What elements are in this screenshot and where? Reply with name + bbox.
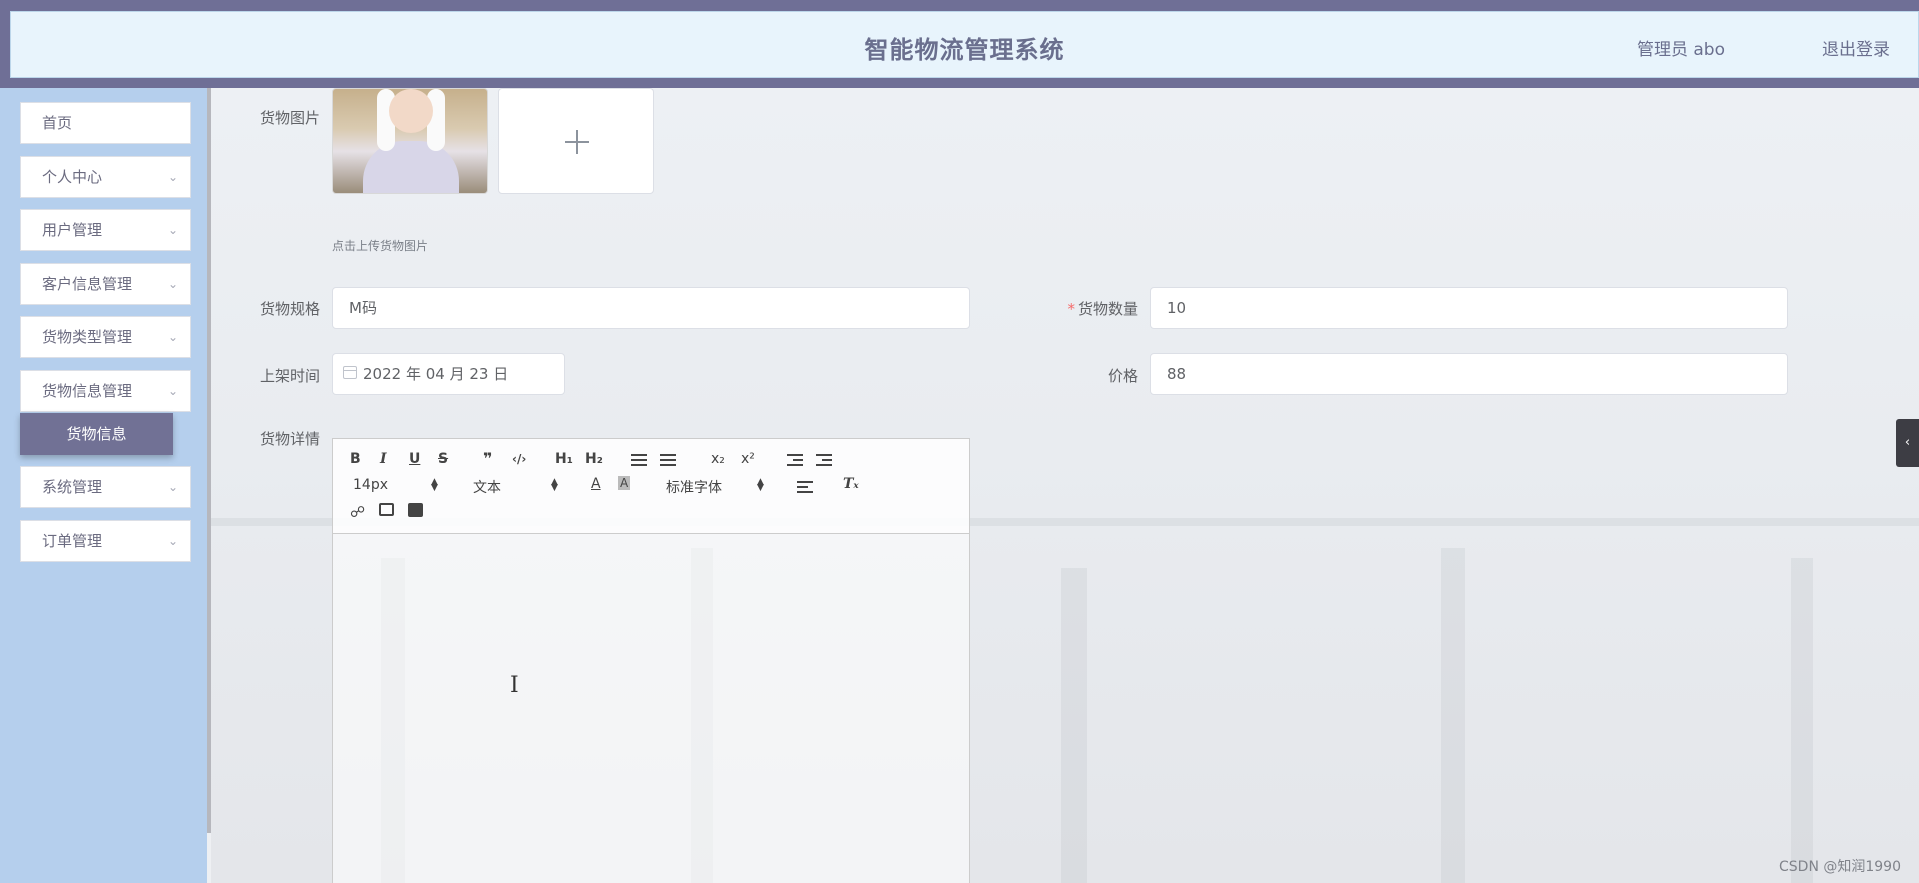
sidebar-item-label: 首页 [42,114,73,132]
chevron-down-icon: ⌄ [167,223,178,237]
bullet-list-icon[interactable] [660,454,676,467]
chevron-down-icon: ⌄ [167,384,178,398]
subscript-button[interactable]: x₂ [711,451,725,467]
image-icon[interactable] [379,503,394,516]
sidebar-item-system-management[interactable]: 系统管理 ⌄ [20,466,191,508]
goods-detail-label: 货物详情 [259,430,320,448]
goods-qty-label: * 货物数量 [1030,298,1138,319]
image-upload-button[interactable] [498,88,654,194]
chevron-down-icon: ⌄ [167,170,178,184]
listing-date-label: 上架时间 [259,367,320,385]
editor-toolbar: B I U S ❞ ‹/› H₁ H₂ x₂ x² 14px ▲ ▼ 文本 ▲ ▼ … [333,439,969,534]
goods-image-label: 货物图片 [259,109,320,127]
chevron-down-icon: ⌄ [167,277,178,291]
sidebar-item-label: 客户信息管理 [42,275,133,293]
sidebar-item-personal-center[interactable]: 个人中心 ⌄ [20,156,191,198]
sidebar-item-label: 用户管理 [42,221,103,239]
price-label: 价格 [1107,367,1138,385]
text-color-icon[interactable]: A [591,476,601,492]
underline-button[interactable]: U [409,451,420,467]
goods-spec-label: 货物规格 [259,300,320,318]
sidebar-item-label: 订单管理 [42,532,103,550]
upload-tip: 点击上传货物图片 [332,239,429,253]
h2-button[interactable]: H₂ [585,451,603,467]
select-arrows-icon: ▲ ▼ [551,477,558,493]
sidebar: 首页 个人中心 ⌄ 用户管理 ⌄ 客户信息管理 ⌄ 货物类型管理 ⌄ 货物信息管… [0,88,207,883]
select-arrows-icon: ▲ ▼ [431,477,438,493]
app-title: 智能物流管理系统 [864,36,1065,64]
header-select[interactable]: 文本 [473,477,501,497]
background-decoration [1061,568,1087,883]
font-family-select[interactable]: 标准字体 [666,477,722,497]
plus-icon [576,130,578,154]
sidebar-subitem-goods-info[interactable]: 货物信息 [20,413,173,455]
bold-button[interactable]: B [350,451,361,467]
select-arrows-icon: ▲ ▼ [757,477,764,493]
listing-date-picker[interactable]: 2022 年 04 月 23 日 [332,353,565,395]
outdent-icon[interactable] [787,454,803,467]
sidebar-item-home[interactable]: 首页 [20,102,191,144]
goods-qty-input[interactable]: 10 [1150,287,1788,329]
chevron-down-icon: ⌄ [167,330,178,344]
price-input[interactable]: 88 [1150,353,1788,395]
sidebar-item-label: 货物类型管理 [42,328,133,346]
ordered-list-icon[interactable] [631,454,647,467]
sidebar-item-label: 个人中心 [42,168,103,186]
chevron-down-icon: ⌄ [167,534,178,548]
collapse-panel-button[interactable]: ‹ [1896,419,1919,467]
sidebar-item-user-management[interactable]: 用户管理 ⌄ [20,209,191,251]
sidebar-item-goods-type-management[interactable]: 货物类型管理 ⌄ [20,316,191,358]
link-icon[interactable]: ☍ [350,503,365,521]
goods-qty-label-text: 货物数量 [1077,300,1138,318]
required-marker: * [1067,300,1075,318]
background-decoration [1791,558,1813,883]
code-block-button[interactable]: ‹/› [512,452,526,466]
background-decoration [1441,548,1465,883]
italic-button[interactable]: I [380,451,387,467]
font-size-select[interactable]: 14px [353,477,388,493]
logout-button[interactable]: 退出登录 [1822,35,1890,60]
indent-icon[interactable] [816,454,832,467]
rich-text-editor[interactable]: B I U S ❞ ‹/› H₁ H₂ x₂ x² 14px ▲ ▼ 文本 ▲ ▼ … [332,438,970,883]
thumbnail-figure [389,89,433,133]
calendar-icon [343,366,357,379]
blockquote-button[interactable]: ❞ [483,449,492,468]
sidebar-item-order-management[interactable]: 订单管理 ⌄ [20,520,191,562]
chevron-down-icon: ⌄ [167,480,178,494]
watermark: CSDN @知润1990 [1779,859,1901,875]
h1-button[interactable]: H₁ [555,451,573,467]
text-cursor-icon: I [510,673,519,698]
goods-image-thumbnail[interactable] [332,88,488,194]
sidebar-item-goods-info-management[interactable]: 货物信息管理 ⌄ [20,370,191,412]
video-icon[interactable] [408,503,423,517]
sidebar-item-label: 货物信息管理 [42,382,133,400]
header-bar: 智能物流管理系统 管理员 abo 退出登录 [10,11,1919,78]
background-color-icon[interactable]: A [618,476,631,490]
strike-button[interactable]: S [438,451,448,467]
superscript-button[interactable]: x² [741,451,755,467]
admin-user-label: 管理员 abo [1636,40,1725,60]
sidebar-item-customer-management[interactable]: 客户信息管理 ⌄ [20,263,191,305]
clear-format-button[interactable]: Tₓ [843,476,859,492]
listing-date-value: 2022 年 04 月 23 日 [363,365,509,383]
thumbnail-figure [363,141,459,193]
goods-spec-input[interactable]: M码 [332,287,970,329]
app-header: 智能物流管理系统 管理员 abo 退出登录 [0,0,1919,88]
align-icon[interactable] [797,481,813,494]
sidebar-item-label: 系统管理 [42,478,103,496]
